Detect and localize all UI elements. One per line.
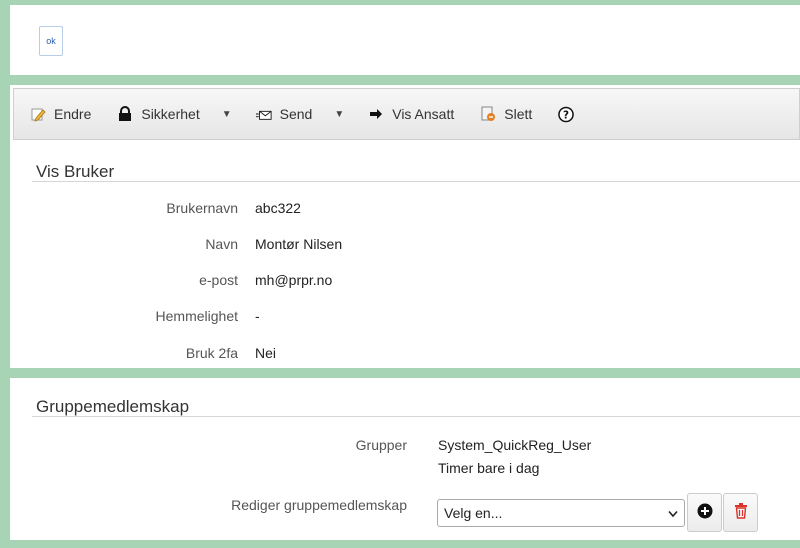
group-item: System_QuickReg_User — [438, 437, 592, 453]
edit-button[interactable]: Endre — [30, 99, 91, 129]
group-select-value: Velg en... — [444, 505, 503, 521]
email-value: mh@prpr.no — [255, 272, 333, 288]
edit-label: Endre — [54, 106, 92, 122]
send-label: Send — [279, 106, 313, 122]
name-label: Navn — [205, 236, 238, 252]
lock-icon — [117, 106, 133, 122]
use-2fa-label: Bruk 2fa — [185, 345, 238, 361]
security-label: Sikkerhet — [141, 106, 200, 122]
security-dropdown-caret-icon[interactable]: ▼ — [222, 109, 232, 120]
help-button[interactable]: ? — [558, 99, 575, 129]
groups-panel: Gruppemedlemskap Grupper System_QuickReg… — [10, 378, 800, 540]
secret-value: - — [255, 308, 260, 324]
send-button[interactable]: Send — [255, 99, 313, 129]
username-label: Brukernavn — [166, 200, 238, 216]
toolbar: Endre Sikkerhet ▼ Send ▼ Vis Ansatt Slet… — [13, 88, 800, 140]
security-button[interactable]: Sikkerhet — [117, 99, 200, 129]
email-label: e-post — [199, 272, 238, 288]
remove-group-button[interactable] — [723, 493, 758, 532]
ok-button[interactable]: ok — [39, 26, 63, 56]
groups-section-divider — [32, 416, 800, 417]
username-value: abc322 — [255, 200, 301, 216]
show-employee-button[interactable]: Vis Ansatt — [368, 99, 454, 129]
top-panel: ok — [10, 5, 800, 75]
edit-groups-label: Rediger gruppemedlemskap — [231, 497, 407, 513]
name-value: Montør Nilsen — [255, 236, 343, 252]
groups-section-title: Gruppemedlemskap — [36, 397, 190, 416]
help-icon: ? — [558, 106, 575, 122]
group-item: Timer bare i dag — [438, 460, 540, 476]
group-select[interactable]: Velg en... — [437, 499, 685, 527]
use-2fa-value: Nei — [255, 345, 277, 361]
add-group-button[interactable] — [687, 493, 722, 532]
user-section-divider — [32, 181, 800, 182]
user-section-title: Vis Bruker — [36, 162, 115, 181]
mail-icon — [255, 106, 272, 122]
plus-circle-icon — [697, 503, 713, 522]
delete-button[interactable]: Slett — [480, 99, 532, 129]
show-employee-label: Vis Ansatt — [392, 106, 455, 122]
edit-icon — [30, 106, 46, 122]
secret-label: Hemmelighet — [155, 308, 238, 324]
trash-icon — [734, 503, 748, 522]
chevron-down-icon — [668, 505, 678, 521]
user-panel: Endre Sikkerhet ▼ Send ▼ Vis Ansatt Slet… — [10, 85, 800, 368]
arrow-right-icon — [368, 106, 384, 122]
svg-text:?: ? — [563, 109, 569, 121]
send-dropdown-caret-icon[interactable]: ▼ — [334, 109, 344, 120]
groups-label: Grupper — [355, 437, 407, 453]
delete-doc-icon — [480, 106, 496, 122]
delete-label: Slett — [504, 106, 533, 122]
